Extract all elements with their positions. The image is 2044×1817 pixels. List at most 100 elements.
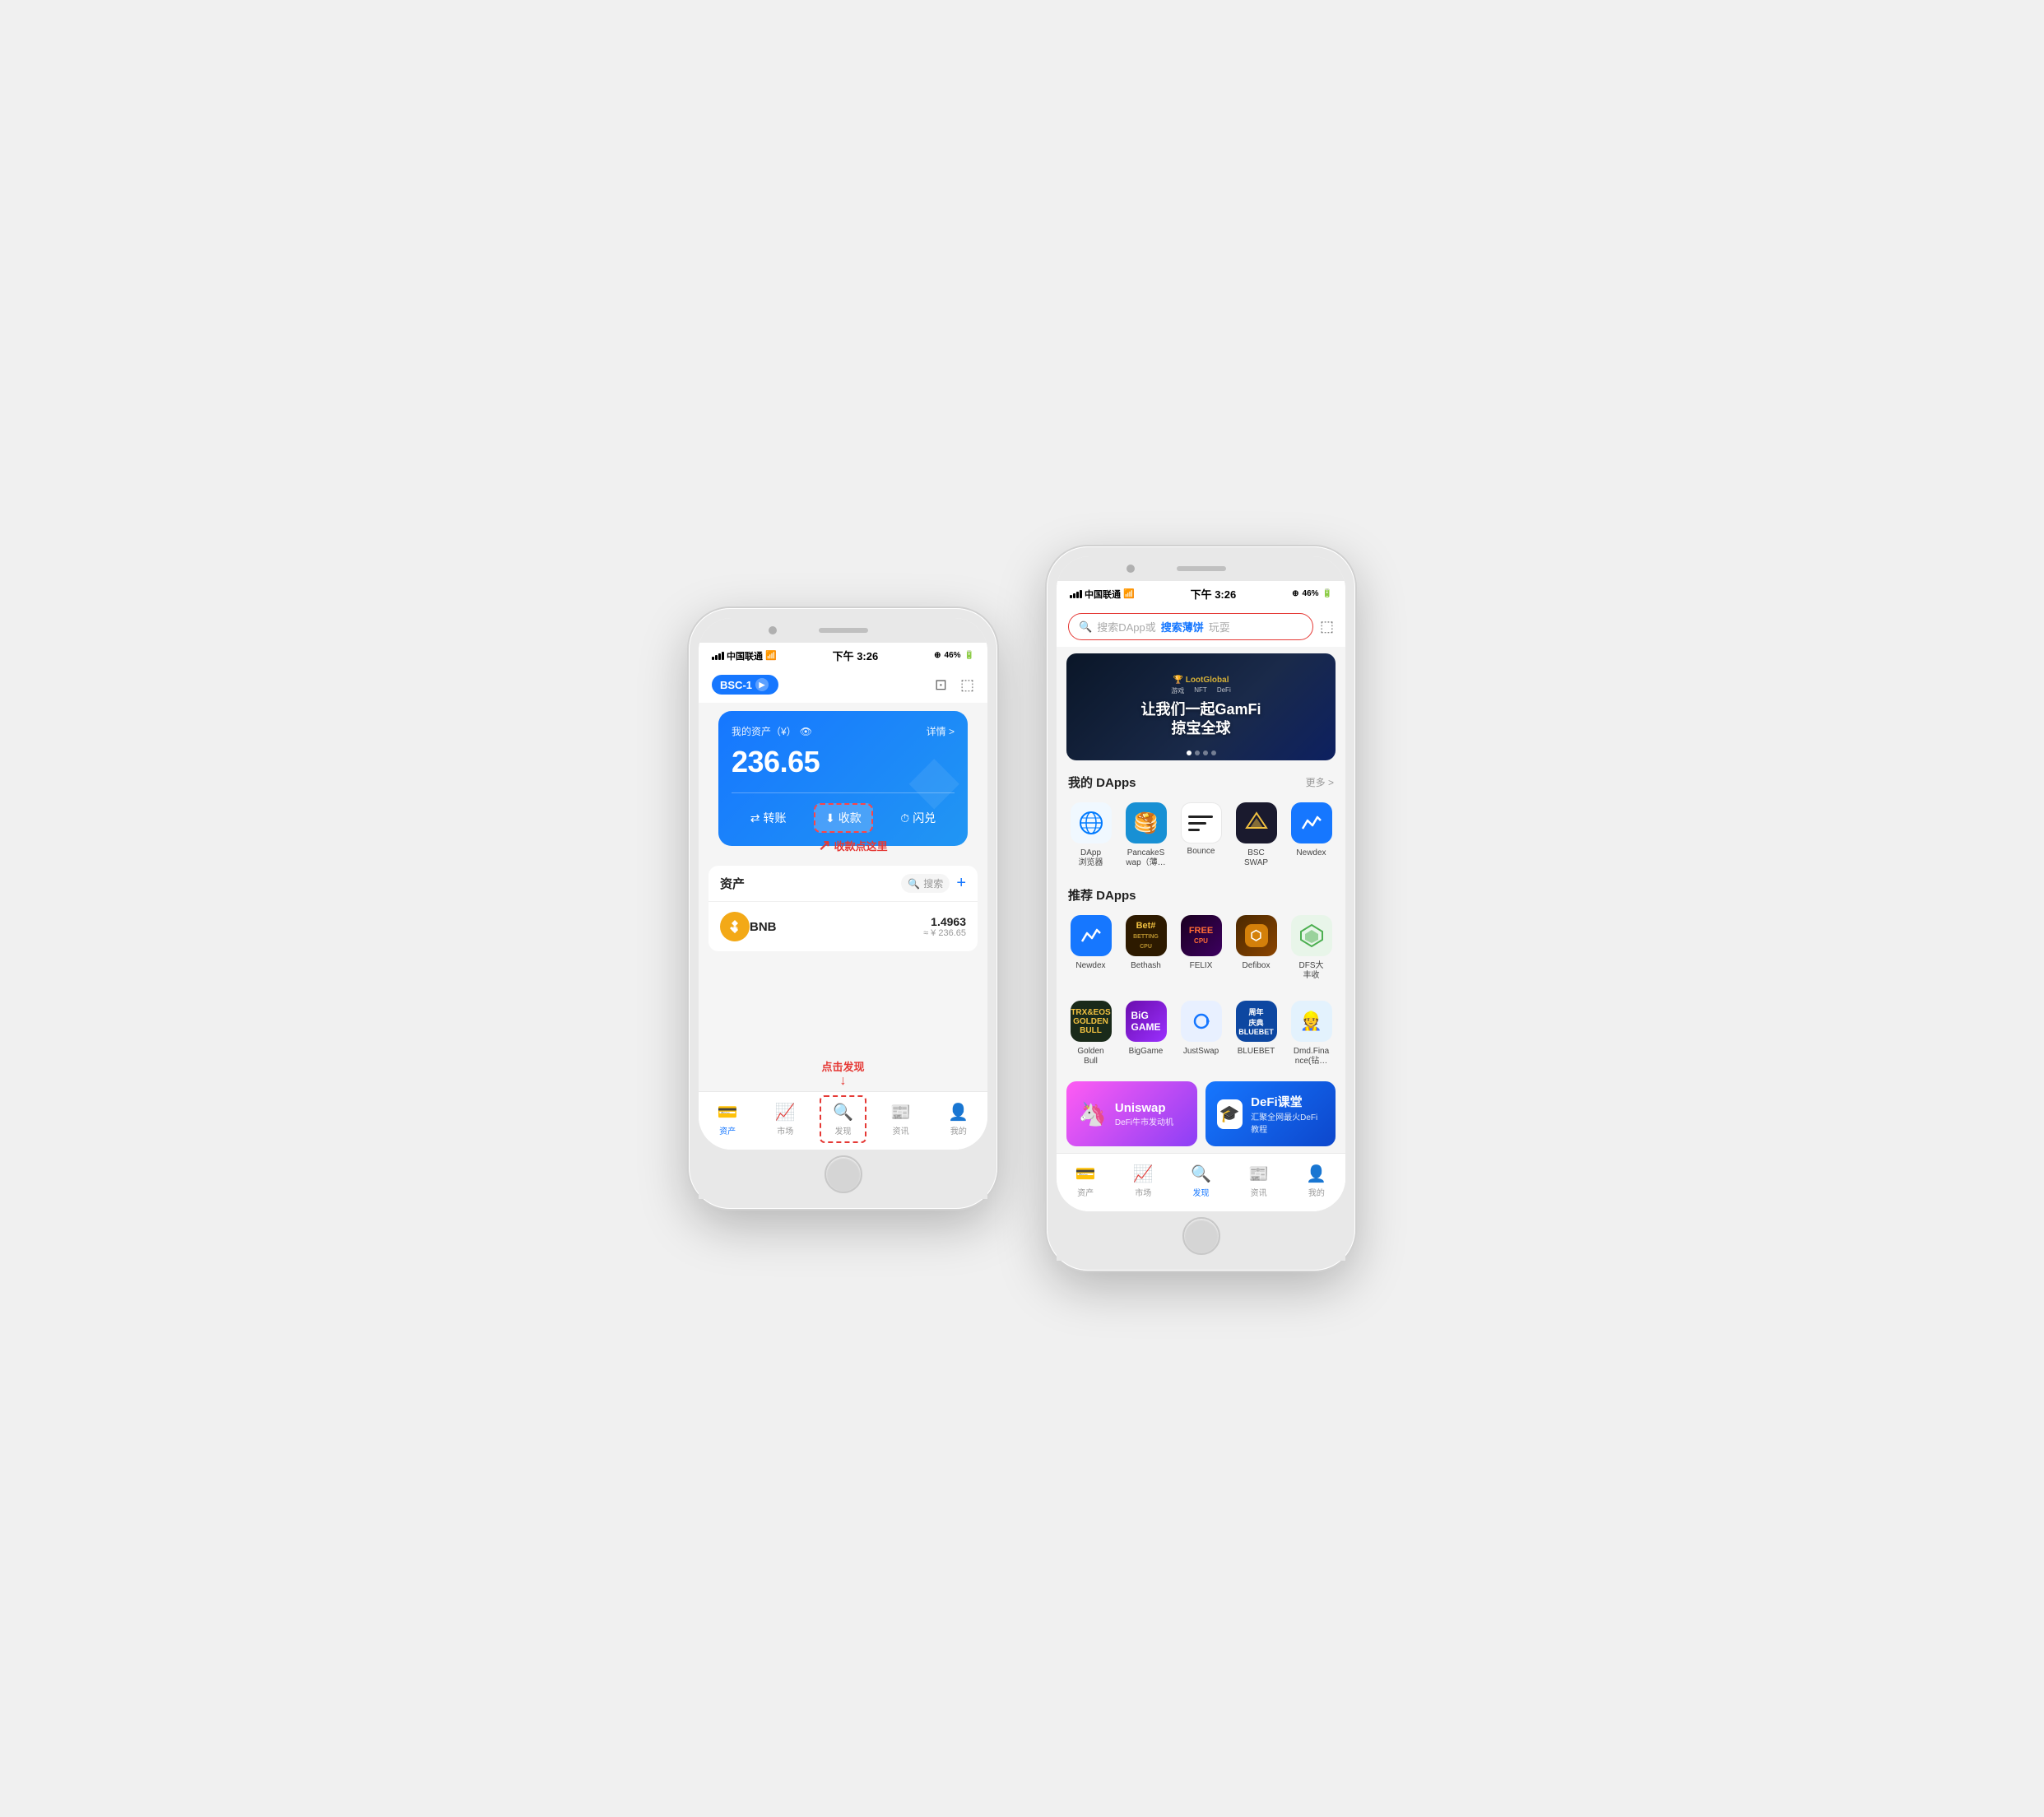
bnb-row[interactable]: BNB 1.4963 ≈ ¥ 236.65 — [708, 901, 978, 951]
defi-title: DeFi课堂 — [1251, 1093, 1324, 1110]
status-bar-left: 中国联通 📶 下午 3:26 ⊕ 46% 🔋 — [699, 643, 987, 668]
transfer-button[interactable]: ⇄ 转账 — [741, 803, 797, 833]
receive-icon: ⬇ — [825, 811, 835, 825]
dapp-newdex2[interactable]: Newdex — [1063, 910, 1118, 986]
receive-button[interactable]: ⬇ 收款 — [814, 803, 873, 833]
pancake-label: PancakeSwap（薄… — [1126, 848, 1165, 868]
user-icon-left: 👤 — [948, 1102, 969, 1122]
bnb-value: 1.4963 ≈ ¥ 236.65 — [923, 915, 966, 938]
right-phone: 中国联通 📶 下午 3:26 ⊕ 46% 🔋 🔍 搜索DApp或 搜 — [1047, 546, 1355, 1271]
location-icon-left: ⊕ — [934, 651, 941, 660]
left-screen-content: BSC-1 ▶ ⊡ ⬚ ◆ 我的资产（¥） — [699, 668, 987, 1150]
dapp-dfs[interactable]: DFS大丰收 — [1284, 910, 1339, 986]
pancake-icon: 🥞 — [1126, 802, 1167, 843]
tab-discover-left[interactable]: 🔍 发现 — [826, 1099, 860, 1140]
dapp-goldenbull[interactable]: TRX&EOSGOLDENBULL GoldenBull — [1063, 996, 1118, 1071]
bethash-label: Bethash — [1131, 961, 1161, 971]
defi-classroom-icon: 🎓 — [1217, 1099, 1243, 1129]
front-camera — [769, 626, 777, 634]
transfer-label: 转账 — [764, 810, 787, 826]
tab-mine-right[interactable]: 👤 我的 — [1299, 1160, 1333, 1201]
add-asset-button[interactable]: + — [956, 874, 966, 893]
newdex-icon — [1291, 802, 1332, 843]
dapp-defibox[interactable]: ⬡ Defibox — [1229, 910, 1284, 986]
user-icon-right: 👤 — [1306, 1164, 1326, 1184]
dapp-bounce[interactable]: Bounce — [1173, 797, 1229, 873]
battery-left: 46% — [945, 651, 961, 660]
felix-label: FELIX — [1190, 961, 1213, 971]
tab-market-left[interactable]: 📈 市场 — [769, 1099, 802, 1140]
search-glass-icon: 🔍 — [1079, 620, 1092, 634]
dapp-browser[interactable]: DApp浏览器 — [1063, 797, 1118, 873]
receive-label: 收款 — [839, 810, 862, 826]
discover-dashed-box — [820, 1095, 866, 1143]
uniswap-title: Uniswap — [1115, 1101, 1173, 1115]
receive-annotation: ↗ 收款点这里 — [819, 837, 888, 854]
defi-promo[interactable]: 🎓 DeFi课堂 汇聚全网最火DeFi教程 — [1205, 1081, 1336, 1146]
header-icons: ⊡ ⬚ — [935, 676, 974, 694]
home-button-right[interactable] — [1182, 1217, 1220, 1255]
tab-market-label: 市场 — [777, 1124, 793, 1136]
network-badge[interactable]: BSC-1 ▶ — [712, 675, 778, 695]
uniswap-promo[interactable]: 🦄 Uniswap DeFi牛市发动机 — [1066, 1081, 1197, 1146]
bluebet-icon: 周年庆典BLUEBET — [1236, 1001, 1277, 1042]
discover-down-arrow: ↓ — [699, 1075, 987, 1088]
signal-icon — [712, 652, 724, 660]
browser-label: DApp浏览器 — [1079, 848, 1103, 868]
status-right-right: ⊕ 46% 🔋 — [1292, 589, 1332, 598]
market-icon-right: 📈 — [1133, 1164, 1154, 1184]
location-icon-right: ⊕ — [1292, 589, 1298, 598]
goldenbull-label: GoldenBull — [1077, 1047, 1103, 1066]
dapp-bethash[interactable]: Bet#BETTINGCPU Bethash — [1118, 910, 1173, 986]
biggame-icon: BiGGAME — [1126, 1001, 1167, 1042]
asset-detail-link[interactable]: 详情 > — [927, 724, 955, 738]
search-placeholder2: 玩耍 — [1209, 619, 1230, 634]
tab-news-right[interactable]: 📰 资讯 — [1242, 1160, 1275, 1201]
dapp-newdex[interactable]: Newdex — [1284, 797, 1339, 873]
banner-dots — [1187, 750, 1216, 755]
search-placeholder-text: 搜索 — [923, 876, 943, 890]
phone-top-bar — [699, 618, 987, 643]
home-button-left[interactable] — [825, 1155, 862, 1193]
tab-discover-right[interactable]: 🔍 发现 — [1184, 1160, 1218, 1201]
dapp-biggame[interactable]: BiGGAME BigGame — [1118, 996, 1173, 1071]
fullscreen-icon[interactable]: ⬚ — [1320, 618, 1334, 635]
bottom-tabs-wrapper-left: 点击发现 ↓ 💳 资产 📈 市场 — [699, 1058, 987, 1150]
uniswap-icon: 🦄 — [1078, 1100, 1107, 1127]
left-phone: 中国联通 📶 下午 3:26 ⊕ 46% 🔋 BSC-1 ▶ — [689, 608, 997, 1209]
dapp-bscswap[interactable]: BSCSWAP — [1229, 797, 1284, 873]
wallet-icon-right: 💳 — [1075, 1164, 1096, 1184]
newdex2-label: Newdex — [1075, 961, 1105, 971]
transfer-icon: ⇄ — [750, 811, 760, 825]
tab-news-left[interactable]: 📰 资讯 — [884, 1099, 917, 1140]
justswap-icon — [1181, 1001, 1222, 1042]
tab-assets-left[interactable]: 💳 资产 — [711, 1099, 745, 1140]
defi-subtitle: 汇聚全网最火DeFi教程 — [1251, 1110, 1324, 1135]
tab-mine-left[interactable]: 👤 我的 — [941, 1099, 975, 1140]
biggame-label: BigGame — [1129, 1047, 1164, 1057]
battery-icon-left: 🔋 — [964, 651, 974, 660]
tab-discover-label-right: 发现 — [1192, 1186, 1209, 1198]
dapp-bluebet[interactable]: 周年庆典BLUEBET BLUEBET — [1229, 996, 1284, 1071]
goldenbull-icon: TRX&EOSGOLDENBULL — [1071, 1001, 1112, 1042]
asset-search-box[interactable]: 🔍 搜索 — [901, 874, 950, 893]
receive-arrow-icon: ↗ — [819, 837, 831, 854]
dapp-pancake[interactable]: 🥞 PancakeSwap（薄… — [1118, 797, 1173, 873]
tab-assets-right[interactable]: 💳 资产 — [1069, 1160, 1103, 1201]
carrier-left: 中国联通 — [727, 649, 763, 662]
dapp-felix[interactable]: FREECPU FELIX — [1173, 910, 1229, 986]
defibox-icon: ⬡ — [1236, 915, 1277, 956]
scene: 中国联通 📶 下午 3:26 ⊕ 46% 🔋 BSC-1 ▶ — [689, 546, 1355, 1271]
scan-icon[interactable]: ⊡ — [935, 676, 947, 694]
discover-annotation-text: 点击发现 — [821, 1058, 864, 1074]
compass-icon-right: 🔍 — [1191, 1164, 1211, 1184]
tab-market-right[interactable]: 📈 市场 — [1127, 1160, 1160, 1201]
discover-banner[interactable]: 🏆 LootGlobal 游戏NFTDeFi 让我们一起GamFi 掠宝全球 — [1066, 653, 1336, 760]
defi-text: DeFi课堂 汇聚全网最火DeFi教程 — [1251, 1093, 1324, 1135]
dapp-justswap[interactable]: JustSwap — [1173, 996, 1229, 1071]
my-dapps-more[interactable]: 更多 > — [1306, 775, 1334, 789]
dapp-dmd[interactable]: 👷 Dmd.Finance(钻… — [1284, 996, 1339, 1071]
search-input[interactable]: 🔍 搜索DApp或 搜索薄饼 玩耍 — [1068, 613, 1313, 640]
bnb-icon — [720, 912, 750, 941]
qr-icon[interactable]: ⬚ — [960, 676, 974, 694]
